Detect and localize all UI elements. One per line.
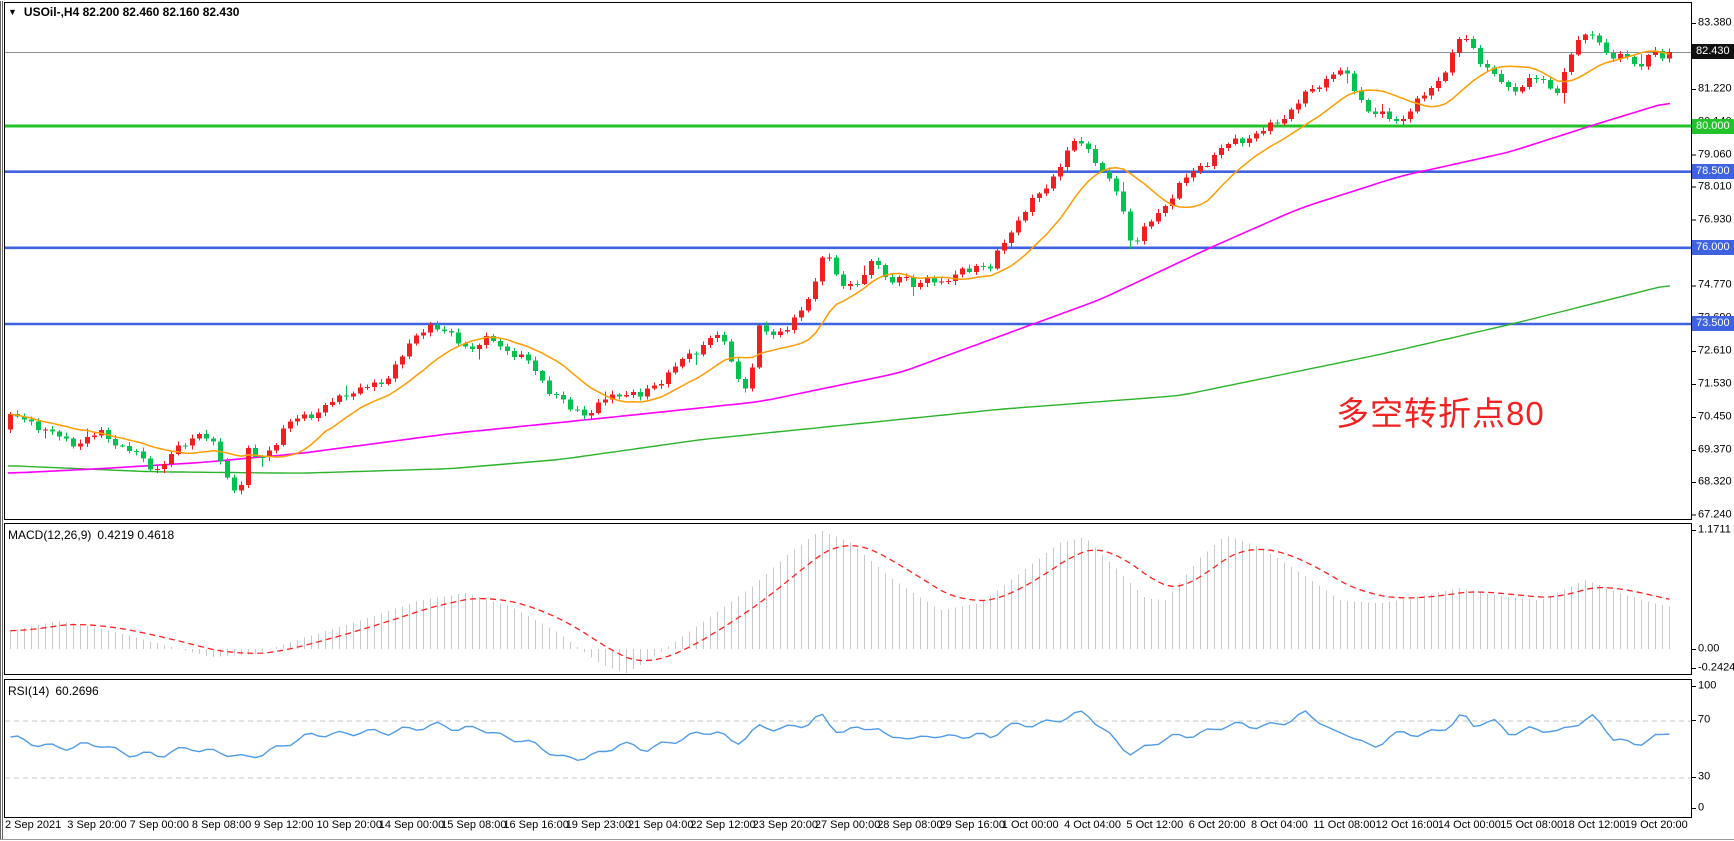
rsi-value: 60.2696	[55, 684, 98, 698]
pane-separator[interactable]	[0, 674, 1692, 679]
symbol-ohlc-text: USOil-,H4 82.200 82.460 82.160 82.430	[24, 5, 240, 19]
pane-separator[interactable]	[0, 518, 1692, 523]
mt-chart-window: 83.38082.30081.22080.14079.06078.01076.9…	[0, 0, 1734, 841]
time-axis[interactable]	[0, 819, 1734, 841]
text-annotation[interactable]: 多空转折点80	[1336, 396, 1545, 432]
symbol-dropdown-icon[interactable]: ▼	[8, 7, 17, 17]
macd-values: 0.4219 0.4618	[97, 528, 174, 542]
rsi-name: RSI(14)	[8, 684, 49, 698]
macd-indicator-label: MACD(12,26,9) 0.4219 0.4618	[8, 528, 174, 542]
price-axis[interactable]	[1692, 0, 1734, 818]
macd-name: MACD(12,26,9)	[8, 528, 91, 542]
chart-header: ▼ USOil-,H4 82.200 82.460 82.160 82.430	[8, 5, 239, 19]
rsi-indicator-label: RSI(14) 60.2696	[8, 684, 99, 698]
